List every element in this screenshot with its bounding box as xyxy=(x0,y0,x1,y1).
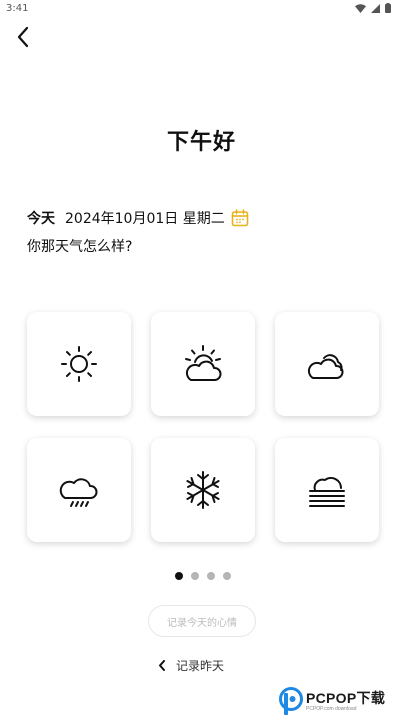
date-value: 2024年10月01日 星期二 xyxy=(65,211,225,227)
chevron-left-small-icon xyxy=(159,660,165,671)
greeting-title: 下午好 xyxy=(166,130,236,155)
weather-options-grid xyxy=(27,312,379,542)
fog-icon xyxy=(309,477,345,507)
cloudy-icon xyxy=(307,354,344,379)
date-row: 今天 2024年10月01日 星期二 xyxy=(27,208,249,228)
page-indicator xyxy=(0,572,403,580)
status-time: 3:41 xyxy=(6,3,29,14)
record-yesterday-link[interactable]: 记录昨天 xyxy=(158,657,224,674)
weather-option-rain[interactable] xyxy=(27,438,131,542)
rain-icon xyxy=(59,478,98,507)
snow-icon xyxy=(186,471,220,509)
weather-question: 你那天气怎么样? xyxy=(27,239,133,255)
page-dot-4[interactable] xyxy=(223,572,231,580)
watermark: PCPOP下载 PCPOP.com download xyxy=(278,683,403,720)
status-bar: 3:41 xyxy=(0,0,403,18)
weather-option-cloudy[interactable] xyxy=(275,312,379,416)
status-icons xyxy=(355,3,391,13)
weather-option-partly-sunny[interactable] xyxy=(151,312,255,416)
partly-sunny-icon xyxy=(185,345,222,381)
record-today-button[interactable]: 记录今天的心情 xyxy=(148,605,256,637)
back-button[interactable] xyxy=(10,24,36,50)
wifi-icon xyxy=(355,3,366,13)
pcpop-logo-icon xyxy=(279,686,303,715)
record-yesterday-label: 记录昨天 xyxy=(176,659,225,673)
weather-option-snow[interactable] xyxy=(151,438,255,542)
weather-option-fog[interactable] xyxy=(275,438,379,542)
page-dot-3[interactable] xyxy=(207,572,215,580)
page-dot-1[interactable] xyxy=(175,572,183,580)
watermark-sub: PCPOP.com download xyxy=(306,706,357,712)
weather-option-sunny[interactable] xyxy=(27,312,131,416)
battery-icon xyxy=(385,3,391,13)
signal-icon xyxy=(371,3,380,13)
sun-icon xyxy=(61,346,97,382)
date-today-label: 今天 xyxy=(27,211,55,227)
page-dot-2[interactable] xyxy=(191,572,199,580)
calendar-icon[interactable] xyxy=(231,209,249,227)
watermark-brand: PCPOP下载 xyxy=(306,690,386,706)
chevron-left-icon xyxy=(17,26,29,48)
